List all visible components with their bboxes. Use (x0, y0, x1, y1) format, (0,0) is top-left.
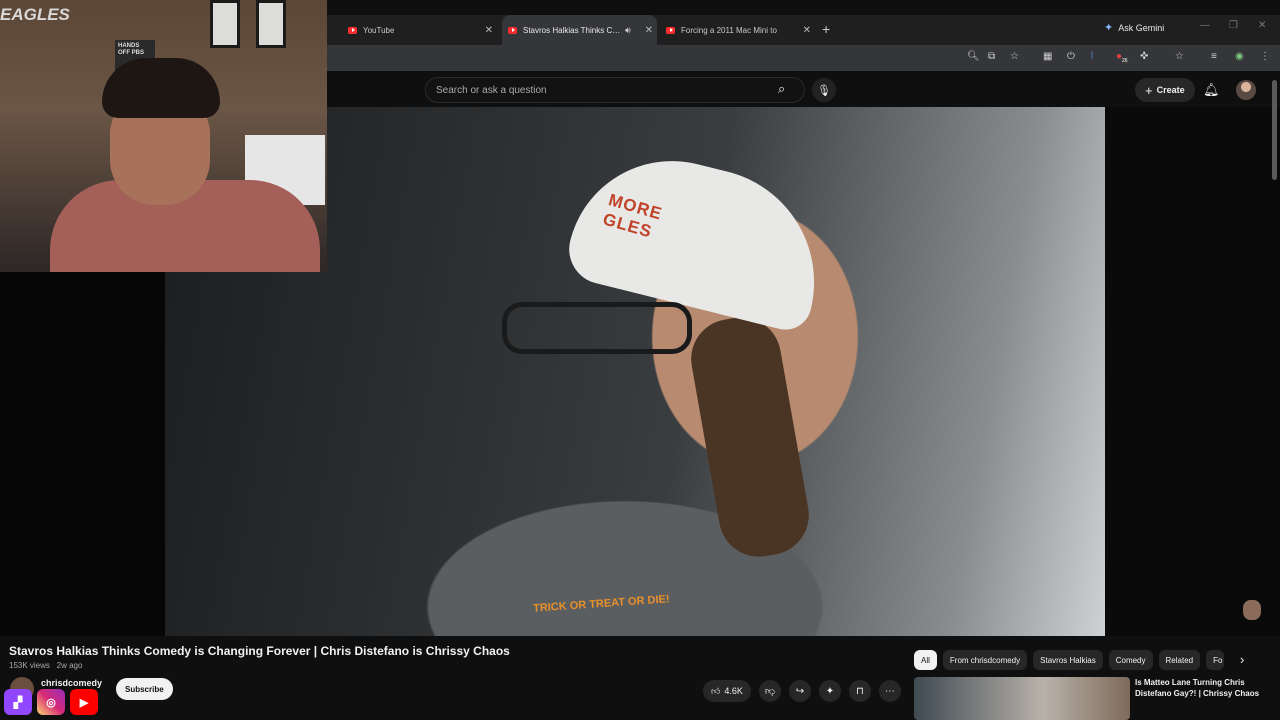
new-tab-button[interactable]: + (822, 21, 830, 37)
related-video-title[interactable]: Is Matteo Lane Turning Chris Distefano G… (1135, 677, 1265, 699)
chip-all[interactable]: All (914, 650, 937, 670)
notifications-bell-icon[interactable]: 🔔︎ (1203, 82, 1220, 98)
upload-age: 2w ago (56, 661, 83, 670)
bookmark-star-icon[interactable]: ☆ (1010, 51, 1019, 62)
share-icon: ↪ (795, 685, 805, 697)
share-button[interactable]: ↪ (788, 680, 811, 702)
close-window-icon[interactable]: ✕ (1258, 20, 1266, 31)
sparkle-icon: ✦ (825, 685, 835, 697)
microphone-icon: 🎙︎ (817, 84, 831, 97)
video-actions: 👍︎ 4.6K 👎︎ ↪ ✦ ⊓ ⋯ (703, 680, 901, 702)
ask-gemini-button[interactable]: ✦ Ask Gemini (1104, 21, 1164, 34)
search-placeholder: Search or ask a question (436, 84, 547, 96)
video-shirt-text: TRICK OR TREAT OR DIE! (532, 593, 670, 615)
media-control-icon[interactable]: ≡ (1211, 51, 1217, 62)
browser-profile-icon[interactable]: ◉ (1235, 51, 1244, 62)
bookmark-icon: ⊓ (856, 685, 864, 697)
chip-truncated[interactable]: Fo (1206, 650, 1225, 670)
chevron-right-icon[interactable]: › (1240, 652, 1244, 667)
ask-ai-button[interactable]: ✦ (818, 680, 841, 702)
chip-related[interactable]: Related (1158, 650, 1201, 670)
tab-stavros-video[interactable]: Stavros Halkias Thinks Comedy is Changin… (502, 15, 657, 45)
chip-stavros[interactable]: Stavros Halkias (1033, 650, 1103, 670)
video-glasses-shape (502, 302, 692, 354)
video-meta: 153K views 2w ago (9, 661, 82, 670)
more-actions-button[interactable]: ⋯ (878, 680, 901, 702)
meta-separator (52, 661, 54, 670)
close-tab-icon[interactable]: ✕ (803, 25, 811, 36)
video-hair-shape (684, 311, 816, 563)
zoom-icon[interactable]: 🔍︎ (967, 51, 980, 62)
video-right-area (1105, 107, 1280, 636)
chip-from-channel[interactable]: From chrisdcomedy (942, 650, 1028, 670)
maximize-icon[interactable]: ❐ (1229, 20, 1238, 31)
extension-icon[interactable]: ▦ (1043, 51, 1052, 62)
video-title: Stavros Halkias Thinks Comedy is Changin… (9, 644, 510, 658)
install-app-icon[interactable]: ⧉ (988, 51, 995, 62)
audio-wave-icon[interactable]: ⦚ (1091, 51, 1093, 62)
webcam-picture-frame (210, 0, 240, 48)
webcam-person-hair (102, 58, 220, 118)
ask-gemini-label: Ask Gemini (1118, 22, 1165, 33)
related-filter-chips: All From chrisdcomedy Stavros Halkias Co… (914, 650, 1225, 670)
webcam-wall-text: EAGLES (0, 5, 70, 24)
power-icon[interactable]: ⏻ (1067, 51, 1075, 62)
close-tab-icon[interactable]: ✕ (485, 25, 493, 36)
search-icon[interactable]: ⌕ (778, 81, 798, 101)
streamer-webcam: EAGLES HANDS OFF PBS (0, 0, 327, 272)
close-tab-icon[interactable]: ✕ (645, 25, 653, 36)
channel-name[interactable]: chrisdcomedy (41, 678, 102, 688)
tab-mac-mini[interactable]: Forcing a 2011 Mac Mini to ✕ (660, 15, 815, 45)
puzzle-icon[interactable]: ✜ (1140, 51, 1148, 62)
account-avatar[interactable] (1236, 80, 1256, 100)
related-video-thumbnail[interactable] (914, 677, 1130, 720)
voice-search-button[interactable]: 🎙︎ (812, 78, 836, 102)
speaker-icon[interactable]: 🔊︎ (625, 25, 631, 36)
video-left-letterbox (0, 272, 165, 636)
mini-avatar[interactable] (1243, 600, 1261, 620)
youtube-favicon-icon (348, 26, 357, 34)
like-count: 4.6K (724, 686, 743, 696)
save-button[interactable]: ⊓ (848, 680, 871, 702)
tab-youtube[interactable]: YouTube ✕ (342, 15, 497, 45)
like-button[interactable]: 👍︎ 4.6K (703, 680, 751, 702)
chip-comedy[interactable]: Comedy (1108, 650, 1153, 670)
gemini-sparkle-icon: ✦ (1104, 22, 1114, 34)
tab-title: Stavros Halkias Thinks Comedy is Changin… (523, 25, 621, 35)
youtube-logo-icon: ▶ (70, 689, 98, 715)
tab-title: Forcing a 2011 Mac Mini to (681, 25, 777, 35)
view-count: 153K views (9, 661, 50, 670)
page-scrollbar[interactable] (1272, 80, 1277, 180)
plus-icon: + (1145, 82, 1153, 98)
extension-badge: 26 (1121, 58, 1129, 64)
create-label: Create (1156, 85, 1185, 95)
search-input[interactable]: Search or ask a question (425, 77, 805, 103)
twitch-icon: ▞ (4, 689, 32, 715)
thumbs-up-icon: 👍︎ (711, 685, 721, 696)
create-button[interactable]: + Create (1135, 78, 1195, 102)
thumbs-down-icon: 👎︎ (764, 686, 775, 697)
youtube-favicon-icon (666, 26, 675, 34)
tab-title: YouTube (363, 25, 395, 35)
youtube-favicon-icon (508, 26, 517, 34)
subscribe-button[interactable]: Subscribe (116, 678, 173, 700)
minimize-icon[interactable]: — (1200, 20, 1210, 31)
dislike-button[interactable]: 👎︎ (758, 680, 781, 702)
browser-menu-icon[interactable]: ⋮ (1260, 51, 1270, 62)
instagram-icon: ◎ (37, 689, 65, 715)
webcam-picture-frame (256, 0, 286, 48)
more-dots-icon: ⋯ (884, 685, 895, 697)
favorites-icon[interactable]: ☆ (1175, 51, 1184, 62)
